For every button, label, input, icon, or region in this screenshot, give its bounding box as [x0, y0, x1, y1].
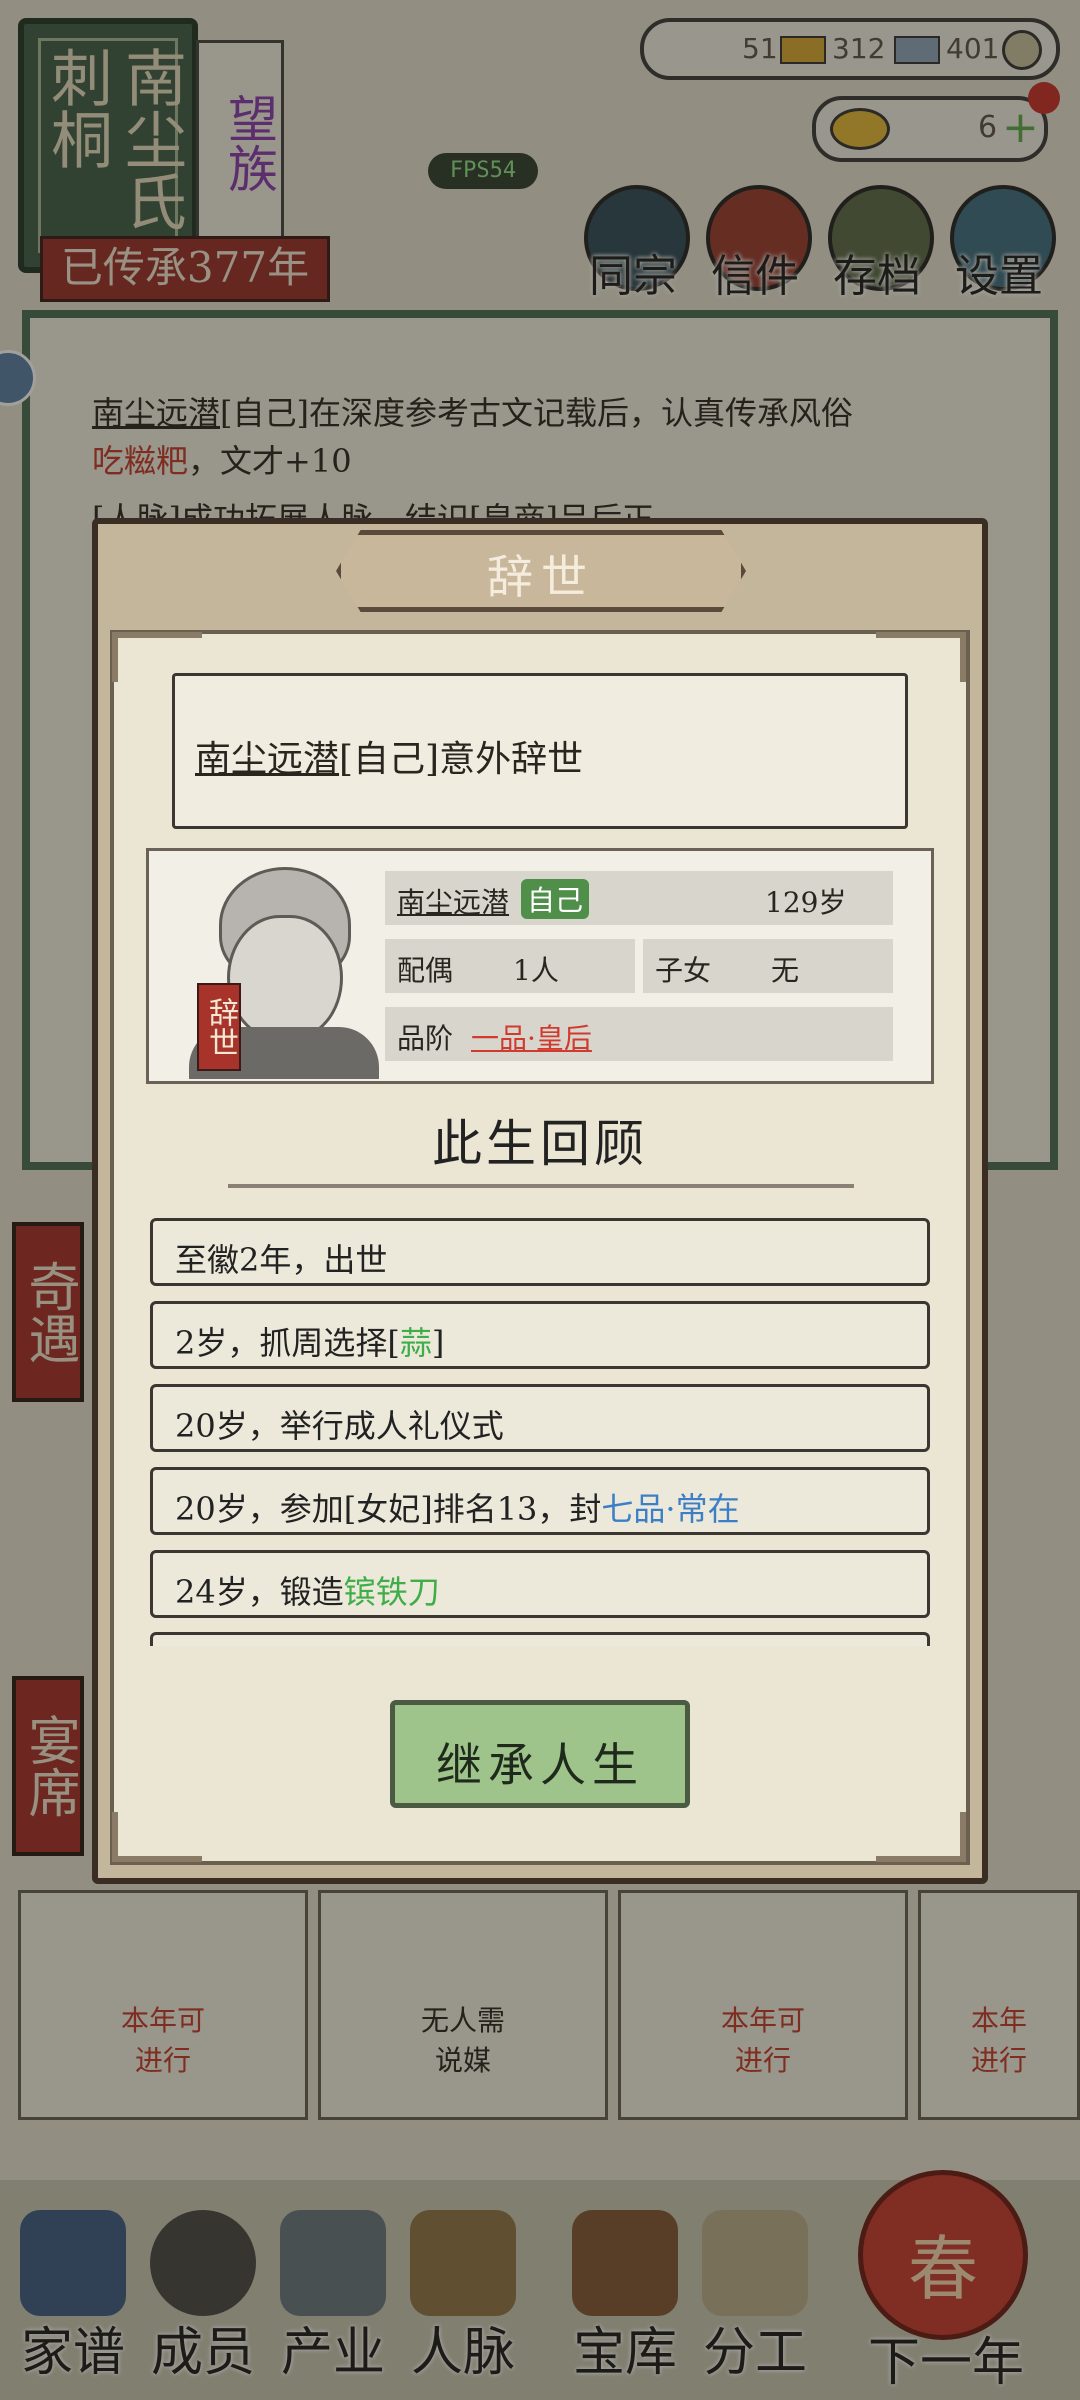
review-entry: 20岁，举行成人礼仪式	[150, 1384, 930, 1452]
rank-label: 品阶	[397, 1022, 454, 1055]
corner-ornament	[112, 1812, 202, 1862]
inherit-life-button[interactable]: 继承人生	[390, 1700, 690, 1808]
person-card: 辞世 南尘远潜 自己 129岁 配偶 1人 子女 无 品阶 一品·皇后	[146, 848, 934, 1084]
corner-ornament	[876, 1812, 966, 1862]
review-text: 20岁，参加[女妃]排名13，封七品·常在	[175, 1490, 740, 1528]
review-text: 2岁，抓周选择[蒜]	[175, 1324, 445, 1362]
review-text: 24岁，锻造镔铁刀	[175, 1573, 440, 1611]
death-event-text: 南尘远潜[自己]意外辞世	[195, 739, 584, 780]
dialog-title-plate: 辞世	[336, 530, 746, 612]
spouse-value: 1人	[513, 954, 559, 987]
title-divider	[228, 1172, 854, 1188]
death-tag: 辞世	[197, 983, 241, 1071]
death-event-box: 南尘远潜[自己]意外辞世	[172, 673, 908, 829]
dialog-title: 辞世	[487, 550, 595, 604]
review-entry: 20岁，参加[女妃]排名13，封七品·常在	[150, 1467, 930, 1535]
children-row: 子女 无	[643, 939, 893, 993]
review-entry: 至徽2年，出世	[150, 1218, 930, 1286]
portrait-face	[227, 915, 343, 1041]
review-entry: 2岁，抓周选择[蒜]	[150, 1301, 930, 1369]
review-entry: 24岁，锻造镔铁刀	[150, 1550, 930, 1618]
rank-value[interactable]: 一品·皇后	[471, 1017, 592, 1057]
spouse-row: 配偶 1人	[385, 939, 635, 993]
deceased-name-link[interactable]: 南尘远潜	[195, 739, 339, 780]
life-review-title: 此生回顾	[432, 1115, 648, 1173]
person-age: 129岁	[765, 886, 847, 919]
person-name: 南尘远潜	[397, 886, 510, 919]
review-text: 20岁，举行成人礼仪式	[175, 1407, 504, 1445]
spouse-label: 配偶	[397, 954, 454, 987]
children-label: 子女	[655, 954, 712, 987]
review-entry-partial	[150, 1632, 930, 1646]
rank-row: 品阶 一品·皇后	[385, 1007, 893, 1061]
self-badge: 自己	[521, 879, 590, 919]
elder-portrait: 辞世	[179, 857, 379, 1079]
review-text: 至徽2年，出世	[175, 1241, 388, 1279]
inherit-life-label: 继承人生	[436, 1738, 644, 1792]
children-value: 无	[771, 954, 800, 987]
name-row: 南尘远潜 自己 129岁	[385, 871, 893, 925]
